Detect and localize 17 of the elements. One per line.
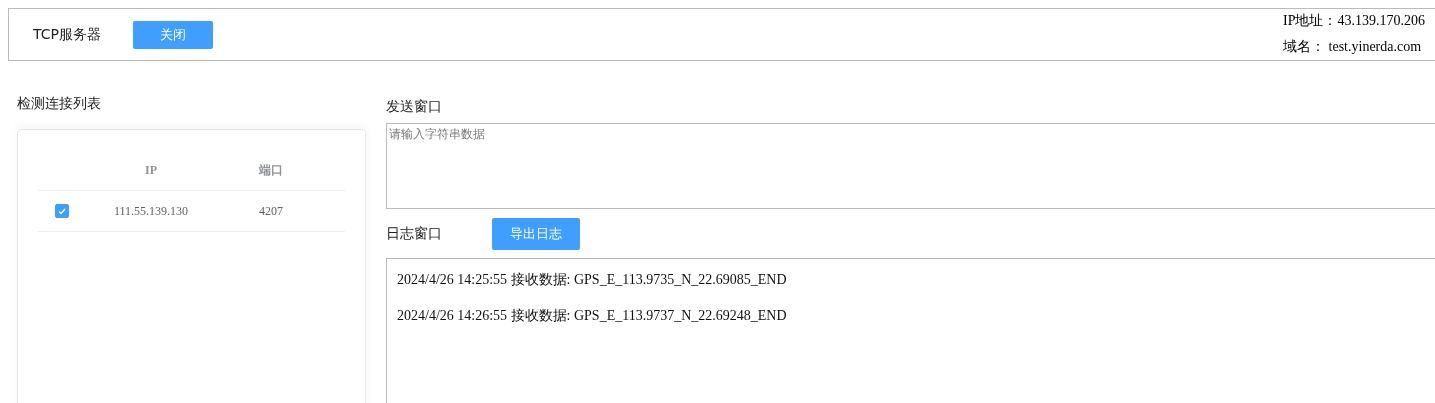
column-header: IP <box>144 162 158 178</box>
send-input-field[interactable]: 请输入字符串数据 <box>386 123 1435 209</box>
close-button[interactable]: 关闭 <box>132 20 213 49</box>
table-cell-text: 4207 <box>258 203 284 219</box>
table-cell-text: 111.55.139.130 <box>112 203 190 219</box>
send-window-title: 发送窗口 <box>386 98 443 116</box>
log-window-title: 日志窗口 <box>386 224 442 243</box>
log-line: 2024/4/26 14:25:55 接收数据: GPS_E_113.9735_N_22.69085_END <box>397 271 788 289</box>
domain-text: 域名： test.yinerda.com <box>1283 38 1423 56</box>
server-title: TCP服务器 <box>33 25 101 44</box>
column-header: 端口 <box>258 161 284 179</box>
connection-list-title: 检测连接列表 <box>17 95 102 113</box>
ip-address-text: IP地址：43.139.170.206 <box>1283 12 1425 30</box>
export-log-button[interactable]: 导出日志 <box>492 217 580 250</box>
check-icon <box>58 207 66 215</box>
row-checkbox[interactable] <box>55 204 69 218</box>
log-line: 2024/4/26 14:26:55 接收数据: GPS_E_113.9737_N_22.69248_END <box>397 307 788 325</box>
